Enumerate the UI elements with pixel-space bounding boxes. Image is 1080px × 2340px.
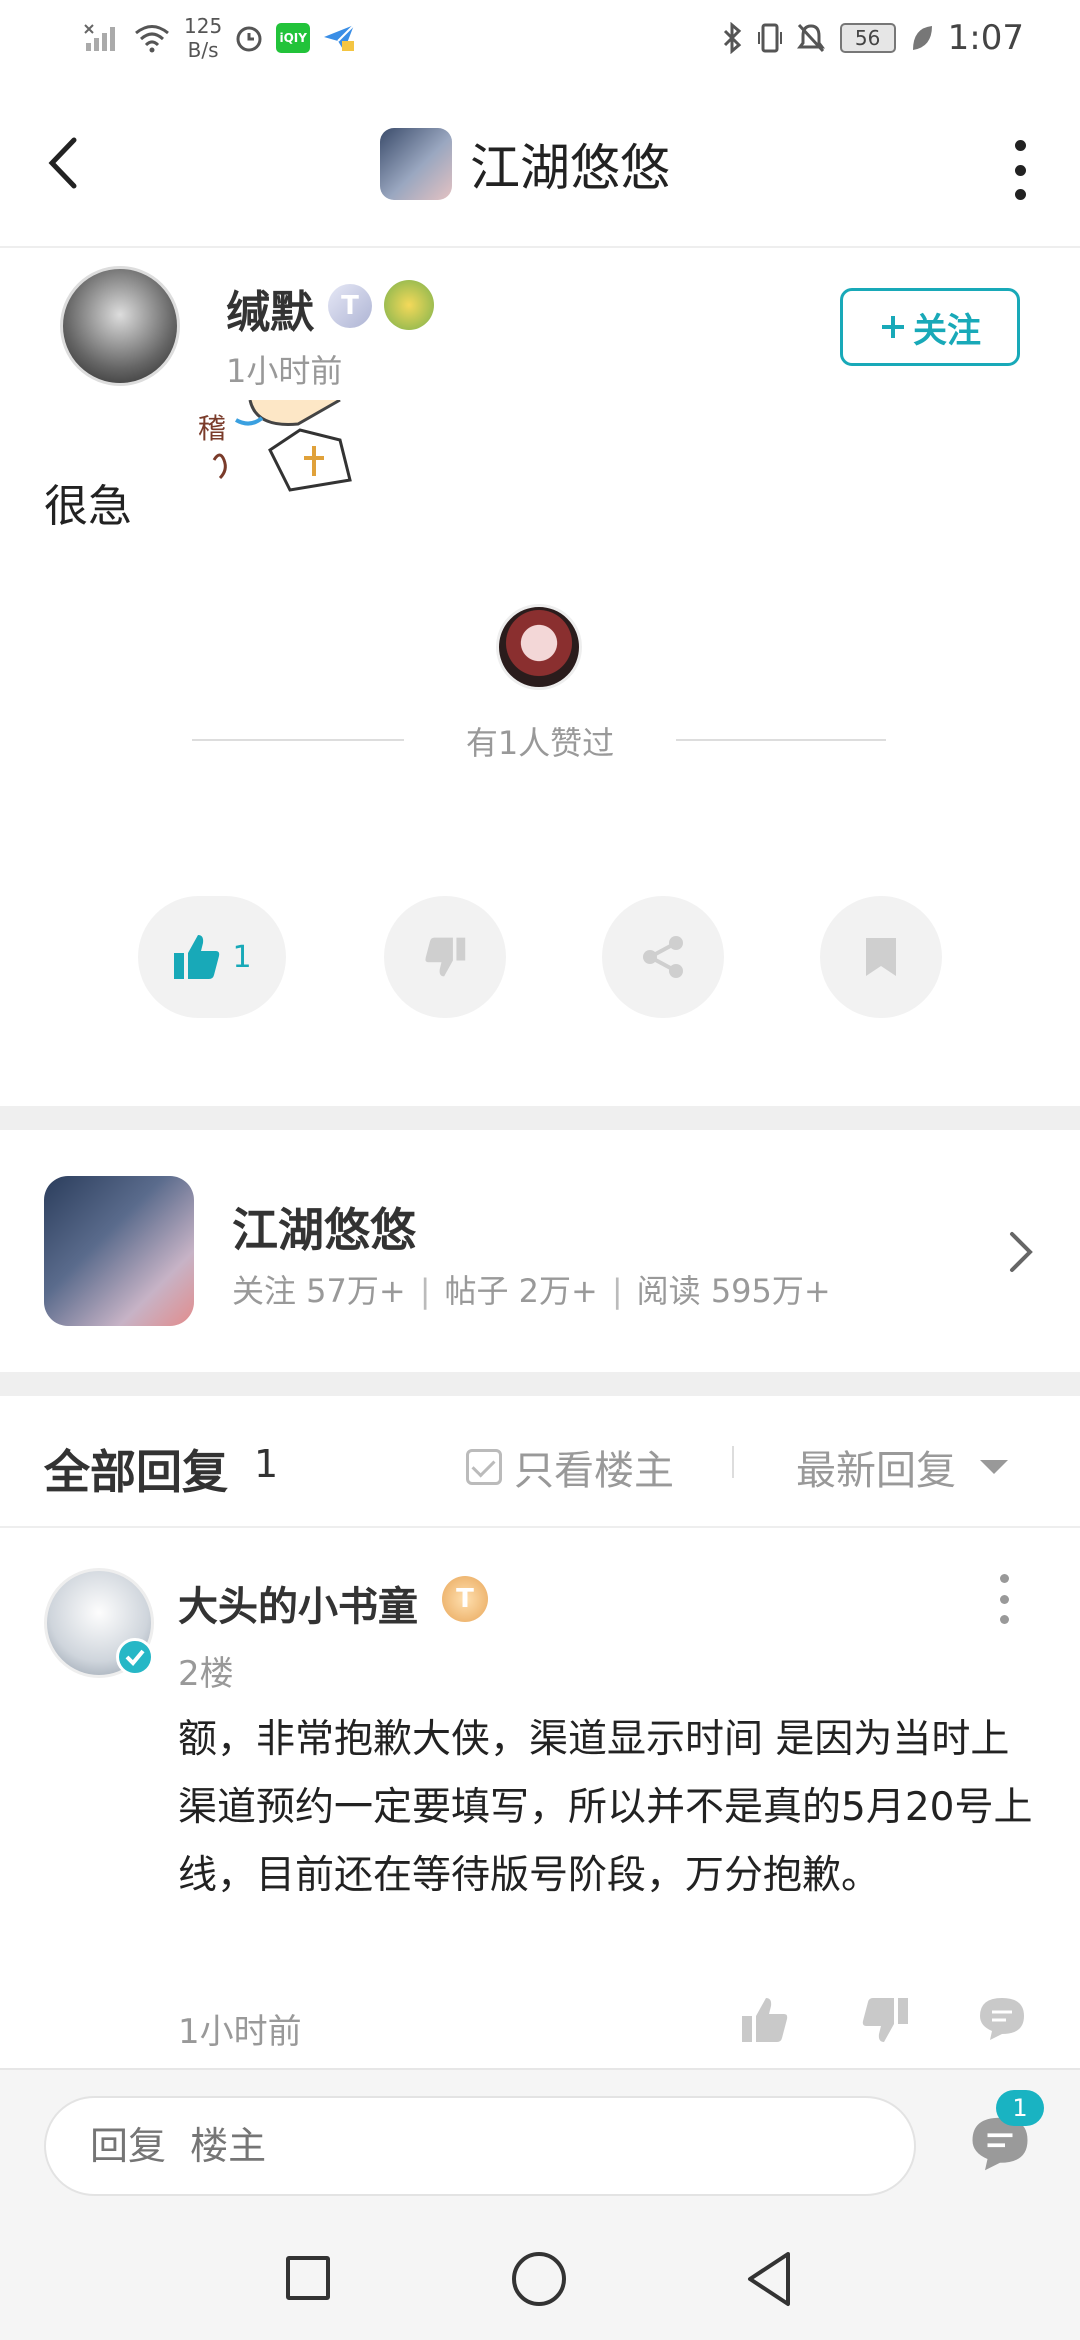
comments-count-badge: 1 xyxy=(996,2090,1044,2126)
game-card[interactable]: 江湖悠悠 关注 57万+ | 帖子 2万+ | 阅读 595万+ xyxy=(0,1130,1080,1370)
status-right: 56 1:07 xyxy=(722,18,1024,58)
follow-button[interactable]: 关注 xyxy=(840,288,1020,366)
sticker-image[interactable]: 稽 xyxy=(190,400,430,510)
game-avatar xyxy=(380,128,452,200)
battery-indicator: 56 xyxy=(839,23,896,53)
verified-icon xyxy=(116,1638,154,1676)
reply-floor: 2楼 xyxy=(178,1654,234,1694)
author-avatar[interactable] xyxy=(60,266,180,386)
checkmark-icon xyxy=(125,1649,145,1666)
reply-time: 1小时前 xyxy=(178,2012,302,2052)
status-bar: 125 B/s iQIY 56 1:07 xyxy=(0,0,1080,80)
thumbs-up-icon xyxy=(174,935,220,979)
reply-text: 额，非常抱歉大侠，渠道显示时间 是因为当时上渠道预约一定要填写，所以并不是真的5… xyxy=(178,1717,1033,1898)
stat-separator: | xyxy=(611,1272,623,1310)
level-badge: T xyxy=(328,284,372,328)
game-icon xyxy=(44,1176,194,1326)
chevron-right-icon xyxy=(1010,1232,1033,1272)
bluetooth-icon xyxy=(723,22,741,54)
comment-icon xyxy=(980,1998,1024,2040)
paper-plane-icon xyxy=(324,24,355,51)
status-left: 125 B/s iQIY xyxy=(84,14,356,62)
replies-title: 全部回复 xyxy=(44,1445,228,1499)
clock: 1:07 xyxy=(947,18,1024,58)
bottom-reply-bar: 1 xyxy=(0,2068,1080,2216)
nav-title-group[interactable]: 江湖悠悠 xyxy=(380,128,670,200)
plus-icon xyxy=(882,316,904,338)
page-title: 江湖悠悠 xyxy=(470,139,670,197)
follow-label: 关注 xyxy=(913,310,981,351)
sort-label: 最新回复 xyxy=(796,1448,956,1494)
reply-comment-button[interactable] xyxy=(978,1996,1026,2046)
only-op-toggle[interactable]: 只看楼主 xyxy=(466,1438,674,1496)
share-icon xyxy=(643,936,683,978)
recent-apps-button[interactable] xyxy=(286,2256,330,2300)
signal-icon xyxy=(84,24,115,51)
iqiyi-app-icon: iQIY xyxy=(276,23,311,53)
reply-input[interactable] xyxy=(44,2096,916,2196)
caret-down-icon xyxy=(980,1460,1008,1474)
dot-icon xyxy=(1014,164,1026,176)
back-button[interactable] xyxy=(40,128,100,198)
network-speed: 125 B/s xyxy=(184,14,223,62)
divider-line xyxy=(676,739,886,741)
top-nav: 江湖悠悠 xyxy=(0,84,1080,248)
section-divider xyxy=(0,1372,1080,1396)
liker-avatar[interactable] xyxy=(496,604,582,690)
thumbs-up-icon xyxy=(742,1998,788,2042)
reply-dislike-button[interactable] xyxy=(860,1996,910,2048)
post-time: 1小时前 xyxy=(226,352,343,390)
dot-icon xyxy=(999,1574,1009,1583)
dot-icon xyxy=(1014,140,1026,151)
divider-line xyxy=(192,739,404,741)
more-options-button[interactable] xyxy=(1010,140,1030,200)
bookmark-icon xyxy=(866,938,896,976)
back-triangle-icon[interactable] xyxy=(744,2250,794,2308)
reply-like-button[interactable] xyxy=(740,1996,790,2048)
reply-more-button[interactable] xyxy=(996,1574,1012,1624)
sort-dropdown[interactable]: 最新回复 xyxy=(796,1438,1008,1496)
level-badge: T xyxy=(442,1576,488,1622)
header-separator xyxy=(732,1446,734,1478)
chevron-left-icon xyxy=(48,137,77,189)
post-text: 很急 xyxy=(44,481,132,532)
stat-separator: | xyxy=(419,1272,431,1310)
dot-icon xyxy=(999,1594,1009,1604)
home-button[interactable] xyxy=(512,2252,566,2306)
medal-icon xyxy=(384,280,434,330)
checkbox-icon xyxy=(466,1449,502,1485)
leaf-icon xyxy=(912,26,932,50)
bookmark-button[interactable] xyxy=(820,896,942,1018)
liked-by-text[interactable]: 有1人赞过 xyxy=(404,718,676,764)
system-nav-bar xyxy=(0,2216,1080,2340)
replies-header: 全部回复 1 只看楼主 最新回复 xyxy=(0,1396,1080,1528)
replies-count: 1 xyxy=(254,1442,279,1486)
section-divider xyxy=(0,1106,1080,1130)
wifi-icon xyxy=(135,25,169,53)
reads-stat: 阅读 595万+ xyxy=(636,1272,831,1310)
game-name: 江湖悠悠 xyxy=(232,1203,416,1257)
posts-stat: 帖子 2万+ xyxy=(444,1272,598,1310)
share-button[interactable] xyxy=(602,896,724,1018)
svg-text:稽: 稽 xyxy=(198,412,226,445)
reply-author-name[interactable]: 大头的小书童 xyxy=(178,1574,418,1632)
alarm-icon xyxy=(236,26,262,52)
author-name[interactable]: 缄默 xyxy=(226,276,314,340)
dot-icon xyxy=(999,1615,1009,1624)
thumbs-down-icon xyxy=(862,1998,908,2042)
dislike-button[interactable] xyxy=(384,896,506,1018)
only-op-label: 只看楼主 xyxy=(514,1448,674,1494)
like-button[interactable]: 1 xyxy=(138,896,286,1018)
like-count: 1 xyxy=(232,939,252,975)
dot-icon xyxy=(1014,189,1026,200)
vibrate-icon xyxy=(757,23,782,53)
game-stats: 关注 57万+ | 帖子 2万+ | 阅读 595万+ xyxy=(232,1266,831,1312)
mute-icon xyxy=(796,23,825,53)
thumbs-down-icon xyxy=(425,937,466,977)
followers-stat: 关注 57万+ xyxy=(232,1272,406,1310)
